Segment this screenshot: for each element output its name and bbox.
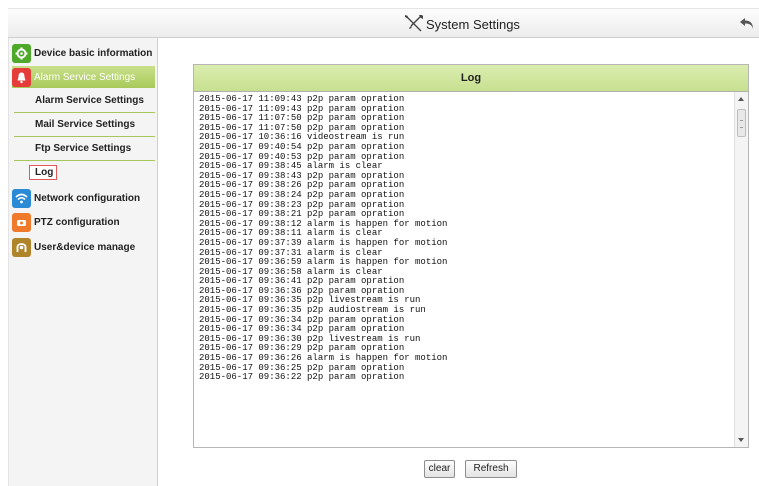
sidebar-item-ptz[interactable]: PTZ configuration xyxy=(12,212,120,232)
sidebar-item-alarm-service[interactable]: Alarm Service Settings xyxy=(12,67,135,87)
scroll-up-arrow-icon[interactable] xyxy=(738,97,744,101)
subitem-label: Mail Service Settings xyxy=(35,119,136,130)
page-title: System Settings xyxy=(403,14,520,32)
sidebar-item-user-device[interactable]: User&device manage xyxy=(12,237,135,257)
subitem-label: Log xyxy=(35,167,54,178)
subitem-label: Ftp Service Settings xyxy=(35,143,132,154)
ptz-icon xyxy=(12,212,31,232)
scroll-thumb[interactable] xyxy=(737,109,746,137)
log-panel-title: Log xyxy=(194,65,748,92)
gear-icon xyxy=(12,43,31,63)
sidebar-item-label: PTZ configuration xyxy=(34,216,120,228)
bell-icon xyxy=(12,67,31,87)
sidebar-item-network[interactable]: Network configuration xyxy=(12,188,140,208)
wifi-icon xyxy=(12,188,31,208)
log-panel: Log 2015-06-17 11:09:43 p2p param oprati… xyxy=(193,64,749,448)
log-textarea[interactable]: 2015-06-17 11:09:43 p2p param opration 20… xyxy=(194,92,748,447)
sidebar-item-label: Alarm Service Settings xyxy=(34,71,136,83)
page-title-text: System Settings xyxy=(426,17,520,32)
subitem-log[interactable]: Log xyxy=(29,165,57,180)
clear-button[interactable]: clear xyxy=(424,460,455,478)
log-line: 2015-06-17 09:36:22 p2p param opration xyxy=(199,372,405,383)
title-bar: System Settings xyxy=(8,8,759,38)
log-scrollbar[interactable] xyxy=(734,92,748,447)
subitem-ftp-service-settings[interactable]: Ftp Service Settings xyxy=(14,138,155,161)
sidebar-item-label: User&device manage xyxy=(34,241,136,253)
subitem-label: Alarm Service Settings xyxy=(35,95,144,106)
sidebar: Device basic information Alarm Service S… xyxy=(8,38,158,486)
refresh-button[interactable]: Refresh xyxy=(465,460,517,478)
back-arrow-icon[interactable] xyxy=(739,15,755,31)
subitem-mail-service-settings[interactable]: Mail Service Settings xyxy=(14,114,155,137)
sidebar-item-label: Device basic information xyxy=(34,47,153,59)
user-icon xyxy=(12,237,31,257)
tools-icon xyxy=(405,15,423,32)
sidebar-item-device-info[interactable]: Device basic information xyxy=(12,43,152,63)
sidebar-item-label: Network configuration xyxy=(34,192,141,204)
log-lines: 2015-06-17 11:09:43 p2p param opration 20… xyxy=(199,94,447,383)
scroll-down-arrow-icon[interactable] xyxy=(738,438,744,442)
subitem-alarm-service-settings[interactable]: Alarm Service Settings xyxy=(14,90,155,113)
